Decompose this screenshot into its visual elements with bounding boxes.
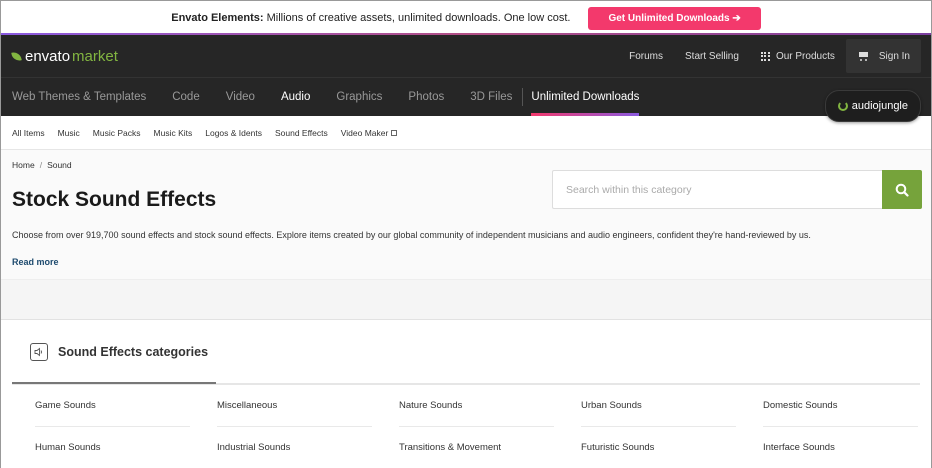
breadcrumb-home[interactable]: Home: [12, 160, 35, 170]
search-button[interactable]: [882, 170, 922, 209]
our-products-menu[interactable]: Our Products: [750, 51, 846, 62]
sound-effects-categories: Sound Effects categories Game Sounds Mis…: [1, 320, 931, 468]
spacer-band: [1, 280, 931, 320]
tab-graphics[interactable]: Graphics: [336, 78, 408, 116]
categories-grid: Game Sounds Miscellaneous Nature Sounds …: [12, 385, 920, 468]
audiojungle-label: audiojungle: [851, 100, 908, 112]
nav-divider: [522, 88, 524, 106]
category-description: Choose from over 919,700 sound effects a…: [12, 230, 811, 240]
speaker-icon: [30, 342, 48, 361]
promo-message: Millions of creative assets, unlimited d…: [266, 12, 571, 24]
breadcrumb-separator: /: [39, 160, 43, 170]
category-item[interactable]: Nature Sounds: [376, 385, 558, 427]
leaf-icon: [11, 50, 22, 62]
subnav-logos-idents[interactable]: Logos & Idents: [205, 128, 262, 138]
tab-web-themes[interactable]: Web Themes & Templates: [12, 78, 172, 116]
category-item[interactable]: Urban Sounds: [558, 385, 740, 427]
category-label: Urban Sounds: [581, 385, 736, 427]
promo-brand: Envato Elements:: [171, 12, 264, 24]
get-unlimited-downloads-button[interactable]: Get Unlimited Downloads ➔: [588, 6, 761, 30]
tab-audio[interactable]: Audio: [281, 78, 336, 116]
category-nav: Web Themes & Templates Code Video Audio …: [1, 77, 931, 122]
category-label: Miscellaneous: [217, 385, 372, 427]
subnav-music-kits[interactable]: Music Kits: [154, 128, 193, 138]
logo-text-envato: envato: [25, 47, 71, 65]
search-icon: [895, 183, 909, 197]
category-label: Nature Sounds: [399, 385, 554, 427]
tab-video[interactable]: Video: [226, 78, 281, 116]
category-label: Futuristic Sounds: [581, 427, 736, 468]
category-item[interactable]: Game Sounds: [12, 385, 194, 427]
promo-text: Envato Elements: Millions of creative as…: [171, 12, 570, 24]
read-more-link[interactable]: Read more: [12, 257, 59, 267]
category-item[interactable]: Industrial Sounds: [194, 427, 376, 468]
forums-link[interactable]: Forums: [618, 51, 674, 62]
category-label: Industrial Sounds: [217, 427, 372, 468]
category-label: Domestic Sounds: [763, 385, 918, 427]
category-label: Interface Sounds: [763, 427, 918, 468]
cart-signin-box: Sign In: [845, 39, 921, 73]
category-item[interactable]: Miscellaneous: [194, 385, 376, 427]
cart-icon[interactable]: [857, 51, 869, 61]
categories-header: Sound Effects categories: [12, 320, 920, 383]
category-label: Game Sounds: [35, 385, 190, 427]
grid-icon: [760, 51, 770, 61]
category-label: Transitions & Movement: [399, 427, 554, 468]
promo-bar: Envato Elements: Millions of creative as…: [1, 1, 931, 35]
our-products-label: Our Products: [775, 50, 835, 62]
logo-text-market: market: [72, 47, 118, 65]
sub-nav: All Items Music Music Packs Music Kits L…: [1, 116, 931, 150]
subnav-video-maker[interactable]: Video Maker: [341, 128, 398, 138]
category-search: [552, 170, 922, 209]
search-input[interactable]: [552, 170, 882, 209]
category-item[interactable]: Domestic Sounds: [740, 385, 922, 427]
subnav-music-packs[interactable]: Music Packs: [93, 128, 141, 138]
category-item[interactable]: Human Sounds: [12, 427, 194, 468]
subnav-music[interactable]: Music: [58, 128, 80, 138]
video-maker-label: Video Maker: [340, 127, 389, 138]
start-selling-link[interactable]: Start Selling: [674, 51, 750, 62]
tab-underline: [12, 382, 920, 385]
audiojungle-badge[interactable]: audiojungle: [824, 90, 921, 122]
breadcrumb: Home / Sound: [12, 160, 72, 170]
breadcrumb-sound[interactable]: Sound: [47, 160, 72, 170]
tab-unlimited-downloads[interactable]: Unlimited Downloads: [531, 78, 640, 116]
category-item[interactable]: Interface Sounds: [740, 427, 922, 468]
page-title: Stock Sound Effects: [12, 188, 217, 211]
categories-heading[interactable]: Sound Effects categories: [58, 345, 208, 359]
sign-in-link[interactable]: Sign In: [879, 51, 910, 62]
top-links: Forums Start Selling Our Products Sign I…: [618, 35, 931, 77]
category-label: Human Sounds: [35, 427, 190, 468]
tab-photos[interactable]: Photos: [408, 78, 470, 116]
audiojungle-icon: [837, 101, 848, 111]
top-nav: envato market Forums Start Selling Our Pr…: [1, 35, 931, 77]
category-item[interactable]: Transitions & Movement: [376, 427, 558, 468]
category-item[interactable]: Futuristic Sounds: [558, 427, 740, 468]
subnav-all-items[interactable]: All Items: [12, 128, 45, 138]
external-link-icon: [391, 129, 398, 136]
envato-market-logo[interactable]: envato market: [11, 47, 118, 65]
tab-3d-files[interactable]: 3D Files: [470, 78, 538, 116]
tab-code[interactable]: Code: [172, 78, 226, 116]
hero-section: Home / Sound Stock Sound Effects Choose fr…: [1, 150, 931, 280]
subnav-sound-effects[interactable]: Sound Effects: [275, 128, 328, 138]
